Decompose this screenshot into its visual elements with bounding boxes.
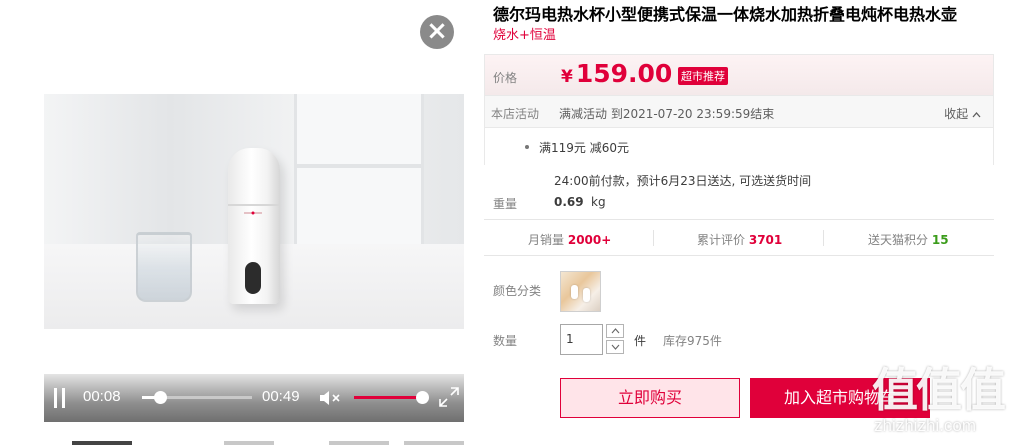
video-progress-bar[interactable]: [142, 391, 252, 404]
price-row: 价格 ¥159.00 超市推荐: [485, 55, 993, 95]
color-label: 颜色分类: [493, 284, 542, 298]
price-amount: 159.00: [575, 59, 673, 88]
quantity-label: 数量: [493, 334, 518, 348]
promo-text: 满减活动 到2021-07-20 23:59:59结束: [559, 107, 775, 121]
video-controls: 00:08 00:49: [44, 374, 464, 422]
shipping-info: 24:00前付款，预计6月23日送达, 可选送货时间: [554, 174, 812, 188]
collapse-label: 收起: [944, 107, 969, 121]
site-watermark: 值值值 zhizhizhi.com: [868, 352, 1022, 445]
promo-row: 本店活动 满减活动 到2021-07-20 23:59:59结束 收起: [485, 95, 993, 128]
stat-reviews[interactable]: 累计评价 3701: [697, 231, 782, 248]
product-title: 德尔玛电热水杯小型便携式保温一体烧水加热折叠电炖杯电热水壶: [493, 5, 958, 24]
stock-info: 库存975件: [663, 334, 722, 348]
watermark-logo: 值值值: [872, 363, 1006, 417]
close-icon: ×: [426, 16, 448, 46]
weight-value: 0.69: [554, 195, 584, 209]
fullscreen-icon[interactable]: [438, 386, 460, 408]
close-video-button[interactable]: ×: [420, 15, 454, 49]
color-option-swatch[interactable]: [560, 271, 601, 312]
video-window-scene: [294, 94, 424, 244]
progress-handle[interactable]: [153, 391, 167, 404]
volume-slider[interactable]: [354, 391, 430, 404]
glass-of-water-image: [136, 232, 192, 302]
stat-monthly-sales: 月销量 2000+: [528, 233, 612, 247]
price-panel: 价格 ¥159.00 超市推荐 本店活动 满减活动 到2021-07-20 23…: [484, 54, 994, 165]
watermark-url: zhizhizhi.com: [874, 416, 977, 435]
weight-label: 重量: [493, 197, 518, 211]
promo-detail: 满119元 减60元: [485, 128, 993, 165]
promo-detail-item: 满119元 减60元: [539, 141, 629, 155]
collapse-button[interactable]: 收起: [944, 105, 981, 122]
quantity-increase-button[interactable]: [606, 324, 624, 338]
caret-up-icon: [611, 328, 620, 334]
sales-stats: 月销量 2000+ 累计评价 3701 送天猫积分 15: [484, 219, 994, 256]
mute-icon[interactable]: [318, 388, 342, 408]
kettle-cup-image: [228, 148, 280, 304]
currency-symbol: ¥: [561, 67, 573, 87]
bullet-icon: [525, 145, 529, 149]
product-subtitle: 烧水+恒温: [493, 28, 556, 43]
chevron-up-icon: [972, 112, 981, 118]
stat-tmall-points: 送天猫积分 15: [868, 233, 949, 247]
caret-down-icon: [611, 344, 620, 350]
price-value: ¥159.00: [561, 59, 672, 88]
product-video[interactable]: [44, 94, 464, 329]
buy-now-button[interactable]: 立即购买: [560, 378, 740, 418]
promo-label: 本店活动: [491, 107, 540, 121]
quantity-decrease-button[interactable]: [606, 340, 624, 354]
price-label: 价格: [493, 71, 518, 85]
pause-icon[interactable]: [54, 388, 66, 408]
volume-handle[interactable]: [416, 391, 430, 404]
quantity-unit: 件: [634, 334, 647, 348]
duration: 00:49: [262, 388, 300, 405]
product-page: × 00:08 00:49 德尔玛电热水杯小型便携式保温一体烧水加热折叠电炖杯电…: [0, 0, 1022, 445]
supermarket-badge: 超市推荐: [678, 67, 728, 85]
weight-unit: kg: [591, 195, 606, 209]
thumbnail-strip: [44, 441, 464, 445]
current-time: 00:08: [83, 388, 121, 405]
quantity-input[interactable]: 1: [560, 324, 603, 355]
